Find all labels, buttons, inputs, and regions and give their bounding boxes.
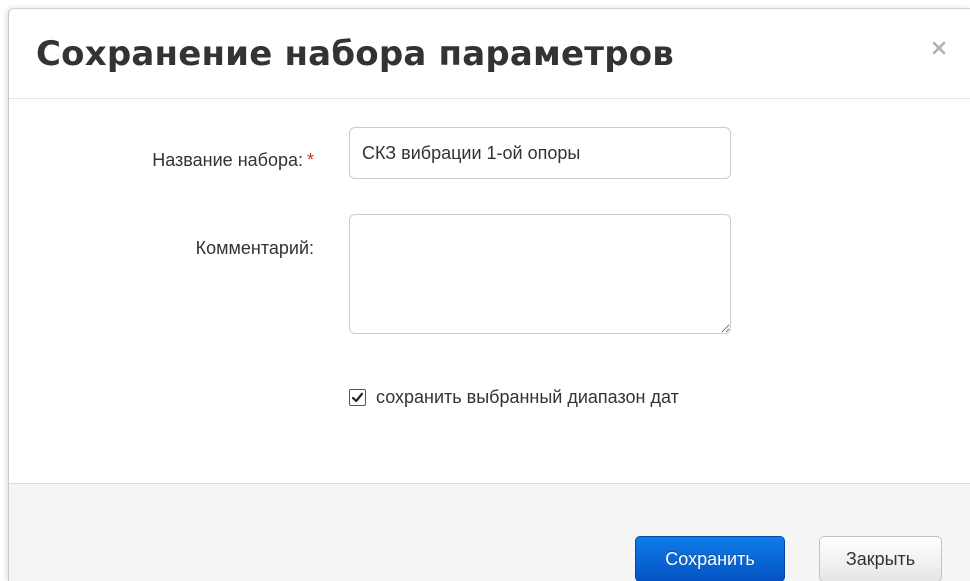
checkmark-icon: [351, 392, 364, 402]
close-icon[interactable]: [930, 39, 948, 57]
save-date-range-checkbox[interactable]: [349, 388, 366, 406]
save-button[interactable]: Сохранить: [635, 536, 785, 581]
required-star: *: [306, 150, 314, 170]
name-label-text: Название набора:: [152, 150, 303, 170]
set-name-input[interactable]: [349, 127, 731, 179]
dialog-title: Сохранение набора параметров: [36, 34, 675, 74]
comment-textarea[interactable]: [349, 214, 731, 334]
save-date-range-label[interactable]: сохранить выбранный диапазон дат: [376, 387, 679, 408]
save-date-range-option: сохранить выбранный диапазон дат: [349, 385, 679, 409]
dialog-footer: Сохранить Закрыть: [9, 483, 970, 581]
close-button[interactable]: Закрыть: [819, 536, 942, 581]
dialog-header: Сохранение набора параметров: [9, 9, 970, 99]
save-parameter-set-dialog: Сохранение набора параметров Название на…: [8, 8, 970, 581]
comment-label: Комментарий:: [195, 238, 314, 258]
name-label: Название набора: *: [152, 151, 314, 169]
